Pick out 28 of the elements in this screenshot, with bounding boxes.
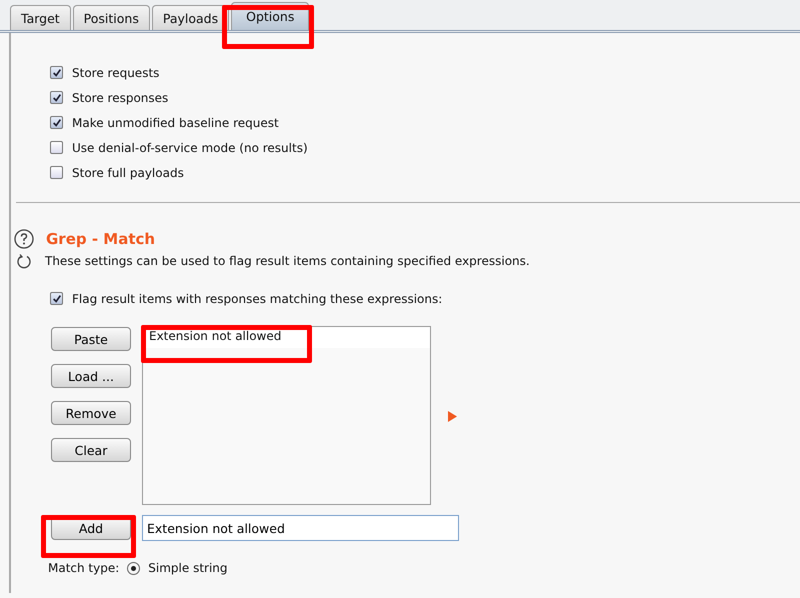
checkbox-label: Store full payloads [72,166,184,180]
checkbox[interactable] [50,141,63,154]
tab[interactable]: Positions [72,5,150,30]
checkbox[interactable] [50,91,63,104]
checkbox[interactable] [50,166,63,179]
expand-arrow-icon[interactable] [448,411,457,422]
radio-label: Simple string [148,561,228,575]
checkbox[interactable] [50,292,63,305]
refresh-icon[interactable] [16,253,32,269]
match-type-label: Match type: [48,561,120,575]
tab[interactable]: Target [10,5,71,30]
expression-input-field[interactable]: Extension not allowed [142,515,459,541]
checkbox-label: Store responses [72,90,168,104]
checkbox-label: Use denial-of-service mode (no results) [72,140,308,154]
section-description: These settings can be used to flag result items containing specified expressions. [45,254,530,268]
checkbox[interactable] [50,66,63,79]
checkbox[interactable] [50,116,63,129]
help-icon[interactable] [14,229,34,249]
list-button[interactable]: Clear [51,438,131,462]
checkbox-label: Make unmodified baseline request [72,116,279,130]
section-title: Grep - Match [46,230,156,248]
tab[interactable]: Payloads [152,5,230,30]
list-button[interactable]: Load ... [51,364,131,388]
checkbox-label: Store requests [72,66,160,80]
list-button[interactable]: Paste [51,327,131,351]
list-button[interactable]: Remove [51,401,131,425]
checkbox-label: Flag result items with responses matching these expressions: [72,292,442,306]
radio-button[interactable] [127,562,140,574]
